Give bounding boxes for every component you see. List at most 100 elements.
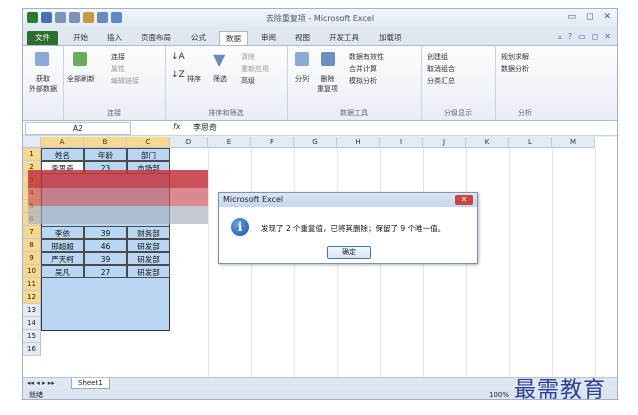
tab-view[interactable]: 视图 xyxy=(289,31,316,45)
col-header-a[interactable]: A xyxy=(41,137,84,148)
cell-a8[interactable]: 邢超超 xyxy=(41,239,84,252)
row-header-16[interactable]: 16 xyxy=(23,343,41,356)
tab-data[interactable]: 数据 xyxy=(219,31,248,46)
dialog-message: 发现了 2 个重复值，已将其删除；保留了 9 个唯一值。 xyxy=(261,224,446,233)
col-header-m[interactable]: M xyxy=(552,137,595,148)
formula-input[interactable]: 李思奇 xyxy=(193,122,217,133)
doc-restore-icon[interactable]: ◻ xyxy=(592,32,599,41)
remove-duplicates-button[interactable]: 删除 重复项 xyxy=(317,74,338,94)
col-header-l[interactable]: L xyxy=(509,137,552,148)
cell-c9[interactable]: 研发部 xyxy=(127,252,170,265)
title-bar: 去除重复项 - Microsoft Excel ▭ ◻ ✕ xyxy=(23,9,617,29)
sort-za-icon[interactable]: ↓Z xyxy=(171,70,185,80)
doc-minimize-icon[interactable]: ▭ xyxy=(578,32,586,41)
subtotal-button[interactable]: 分类汇总 xyxy=(427,76,455,86)
sheet-nav-icons[interactable]: ◂◂ ◂ ▸ ▸▸ xyxy=(27,379,55,387)
col-header-g[interactable]: G xyxy=(294,137,337,148)
col-header-h[interactable]: H xyxy=(337,137,380,148)
sort-az-icon[interactable]: ↓A xyxy=(171,52,185,62)
cell-c1[interactable]: 部门 xyxy=(127,148,170,161)
group-sort-filter: ↓A ↓Z 排序 ▼ 筛选 清除 重新应用 高级 排序和筛选 xyxy=(165,46,288,120)
row-header-8[interactable]: 8 xyxy=(23,239,41,252)
consolidate-button[interactable]: 合并计算 xyxy=(349,64,377,74)
maximize-button[interactable]: ◻ xyxy=(586,12,593,22)
row-header-1[interactable]: 1 xyxy=(23,148,41,161)
refresh-all-button[interactable]: 全部刷新 xyxy=(67,74,95,84)
zoom-level[interactable]: 100% xyxy=(489,389,509,399)
reapply-button[interactable]: 重新应用 xyxy=(241,64,269,74)
row-header-9[interactable]: 9 xyxy=(23,252,41,265)
help-icon[interactable]: ? xyxy=(568,32,572,41)
cell-c8[interactable]: 研发部 xyxy=(127,239,170,252)
clear-button[interactable]: 清除 xyxy=(241,52,255,62)
col-header-d[interactable]: D xyxy=(170,137,208,148)
col-header-k[interactable]: K xyxy=(466,137,509,148)
grid-line xyxy=(552,148,553,377)
tab-addins[interactable]: 加载项 xyxy=(373,31,408,45)
row-header-15[interactable]: 15 xyxy=(23,330,41,343)
cell-a1[interactable]: 姓名 xyxy=(41,148,84,161)
group-button[interactable]: 创建组 xyxy=(427,52,448,62)
filter-button[interactable]: 筛选 xyxy=(213,74,227,84)
ribbon-right-controls: ▵ ? ▭ ◻ ✕ xyxy=(558,32,611,41)
ribbon-tabs: 文件 开始 插入 页面布局 公式 数据 审阅 视图 开发工具 加载项 ▵ ? ▭… xyxy=(23,29,617,46)
cell-b1[interactable]: 年龄 xyxy=(84,148,127,161)
name-box[interactable]: A2 xyxy=(25,122,131,135)
tab-page-layout[interactable]: 页面布局 xyxy=(135,31,177,45)
group-label-connections: 连接 xyxy=(107,109,121,117)
group-label-outline: 分级显示 xyxy=(444,109,472,117)
cell-a10[interactable]: 吴凡 xyxy=(41,265,84,278)
text-to-columns-button[interactable]: 分列 xyxy=(295,74,309,84)
cell-b10[interactable]: 27 xyxy=(84,265,127,278)
data-analysis-button[interactable]: 数据分析 xyxy=(501,64,529,74)
cell-a9[interactable]: 严天柯 xyxy=(41,252,84,265)
cell-b9[interactable]: 39 xyxy=(84,252,127,265)
refresh-icon xyxy=(73,52,87,66)
select-all-corner[interactable] xyxy=(23,137,41,148)
col-header-b[interactable]: B xyxy=(84,137,127,148)
what-if-analysis-button[interactable]: 模拟分析 xyxy=(349,76,377,86)
funnel-icon: ▼ xyxy=(213,50,226,69)
tab-formulas[interactable]: 公式 xyxy=(185,31,212,45)
sheet-tab-sheet1[interactable]: Sheet1 xyxy=(71,378,110,389)
dialog-close-button[interactable]: ✕ xyxy=(455,195,473,205)
doc-close-icon[interactable]: ✕ xyxy=(604,32,611,41)
grid-line xyxy=(595,148,596,377)
ungroup-button[interactable]: 取消组合 xyxy=(427,64,455,74)
tab-insert[interactable]: 插入 xyxy=(101,31,128,45)
row-header-13[interactable]: 13 xyxy=(23,304,41,317)
ribbon-collapse-icon[interactable]: ▵ xyxy=(558,32,562,41)
row-header-12[interactable]: 12 xyxy=(23,291,41,304)
tab-developer[interactable]: 开发工具 xyxy=(323,31,365,45)
cell-b8[interactable]: 46 xyxy=(84,239,127,252)
get-external-data-button[interactable]: 获取 外部数据 xyxy=(27,74,59,94)
solver-button[interactable]: 规划求解 xyxy=(501,52,529,62)
tab-review[interactable]: 审阅 xyxy=(255,31,282,45)
message-dialog: Microsoft Excel ✕ i 发现了 2 个重复值，已将其删除；保留了… xyxy=(218,192,478,264)
col-header-i[interactable]: I xyxy=(380,137,423,148)
group-analysis: 规划求解 数据分析 分析 xyxy=(495,46,555,120)
group-label-analysis: 分析 xyxy=(518,109,532,117)
connections-button[interactable]: 连接 xyxy=(111,52,125,62)
tab-home[interactable]: 开始 xyxy=(67,31,94,45)
col-header-j[interactable]: J xyxy=(423,137,466,148)
properties-button[interactable]: 属性 xyxy=(111,64,125,74)
close-button[interactable]: ✕ xyxy=(603,12,611,22)
row-header-14[interactable]: 14 xyxy=(23,317,41,330)
advanced-button[interactable]: 高级 xyxy=(241,76,255,86)
row-header-11[interactable]: 11 xyxy=(23,278,41,291)
data-validation-button[interactable]: 数据有效性 xyxy=(349,52,384,62)
cell-c10[interactable]: 研发部 xyxy=(127,265,170,278)
ok-button[interactable]: 确定 xyxy=(327,246,371,259)
tab-file[interactable]: 文件 xyxy=(27,31,58,45)
col-header-e[interactable]: E xyxy=(208,137,251,148)
fx-icon[interactable]: fx xyxy=(173,122,181,131)
info-icon: i xyxy=(231,218,249,236)
col-header-c[interactable]: C xyxy=(127,137,170,148)
sort-button[interactable]: 排序 xyxy=(187,74,201,84)
edit-links-button[interactable]: 编辑链接 xyxy=(111,76,139,86)
minimize-button[interactable]: ▭ xyxy=(567,12,576,22)
col-header-f[interactable]: F xyxy=(251,137,294,148)
status-ready: 就绪 xyxy=(29,391,43,399)
row-header-10[interactable]: 10 xyxy=(23,265,41,278)
